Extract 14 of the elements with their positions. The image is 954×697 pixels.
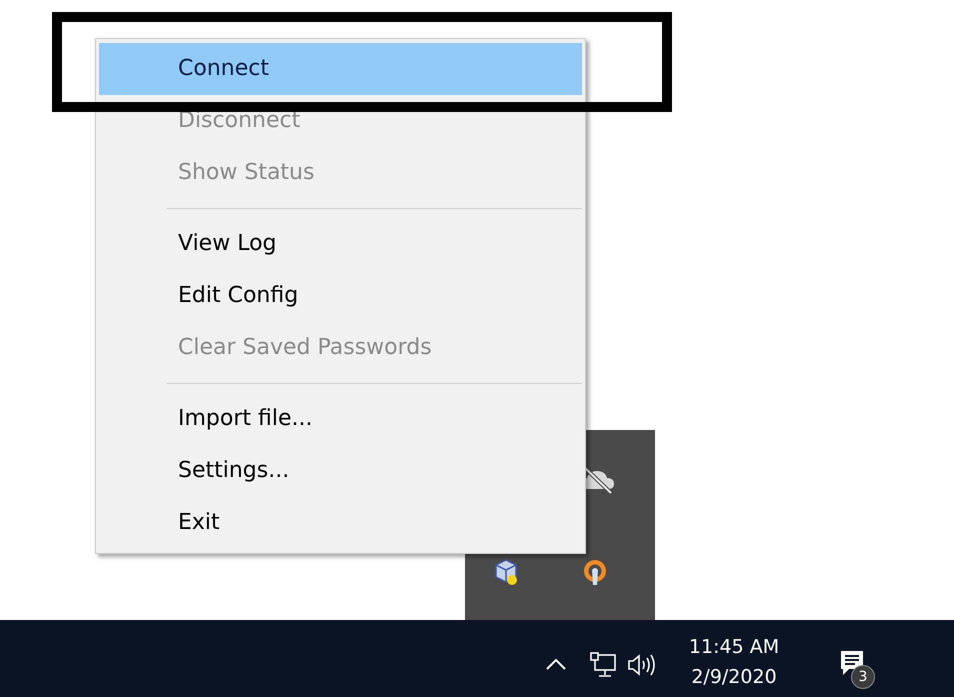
menu-item[interactable]: Exit: [99, 497, 582, 549]
clock-time[interactable]: 11:45 AM: [688, 632, 780, 662]
menu-item[interactable]: View Log: [99, 218, 582, 270]
notification-badge: 3: [851, 664, 875, 688]
cube-icon[interactable]: [493, 558, 519, 586]
keyhole-icon[interactable]: [581, 558, 609, 588]
network-icon[interactable]: [589, 652, 617, 678]
chevron-up-icon[interactable]: [545, 656, 567, 670]
menu-item[interactable]: Settings...: [99, 445, 582, 497]
menu-item[interactable]: Connect: [99, 43, 582, 95]
speaker-icon[interactable]: [627, 652, 657, 678]
menu-item[interactable]: Import file...: [99, 393, 582, 445]
clock-date[interactable]: 2/9/2020: [691, 662, 777, 692]
menu-item[interactable]: Edit Config: [99, 270, 582, 322]
